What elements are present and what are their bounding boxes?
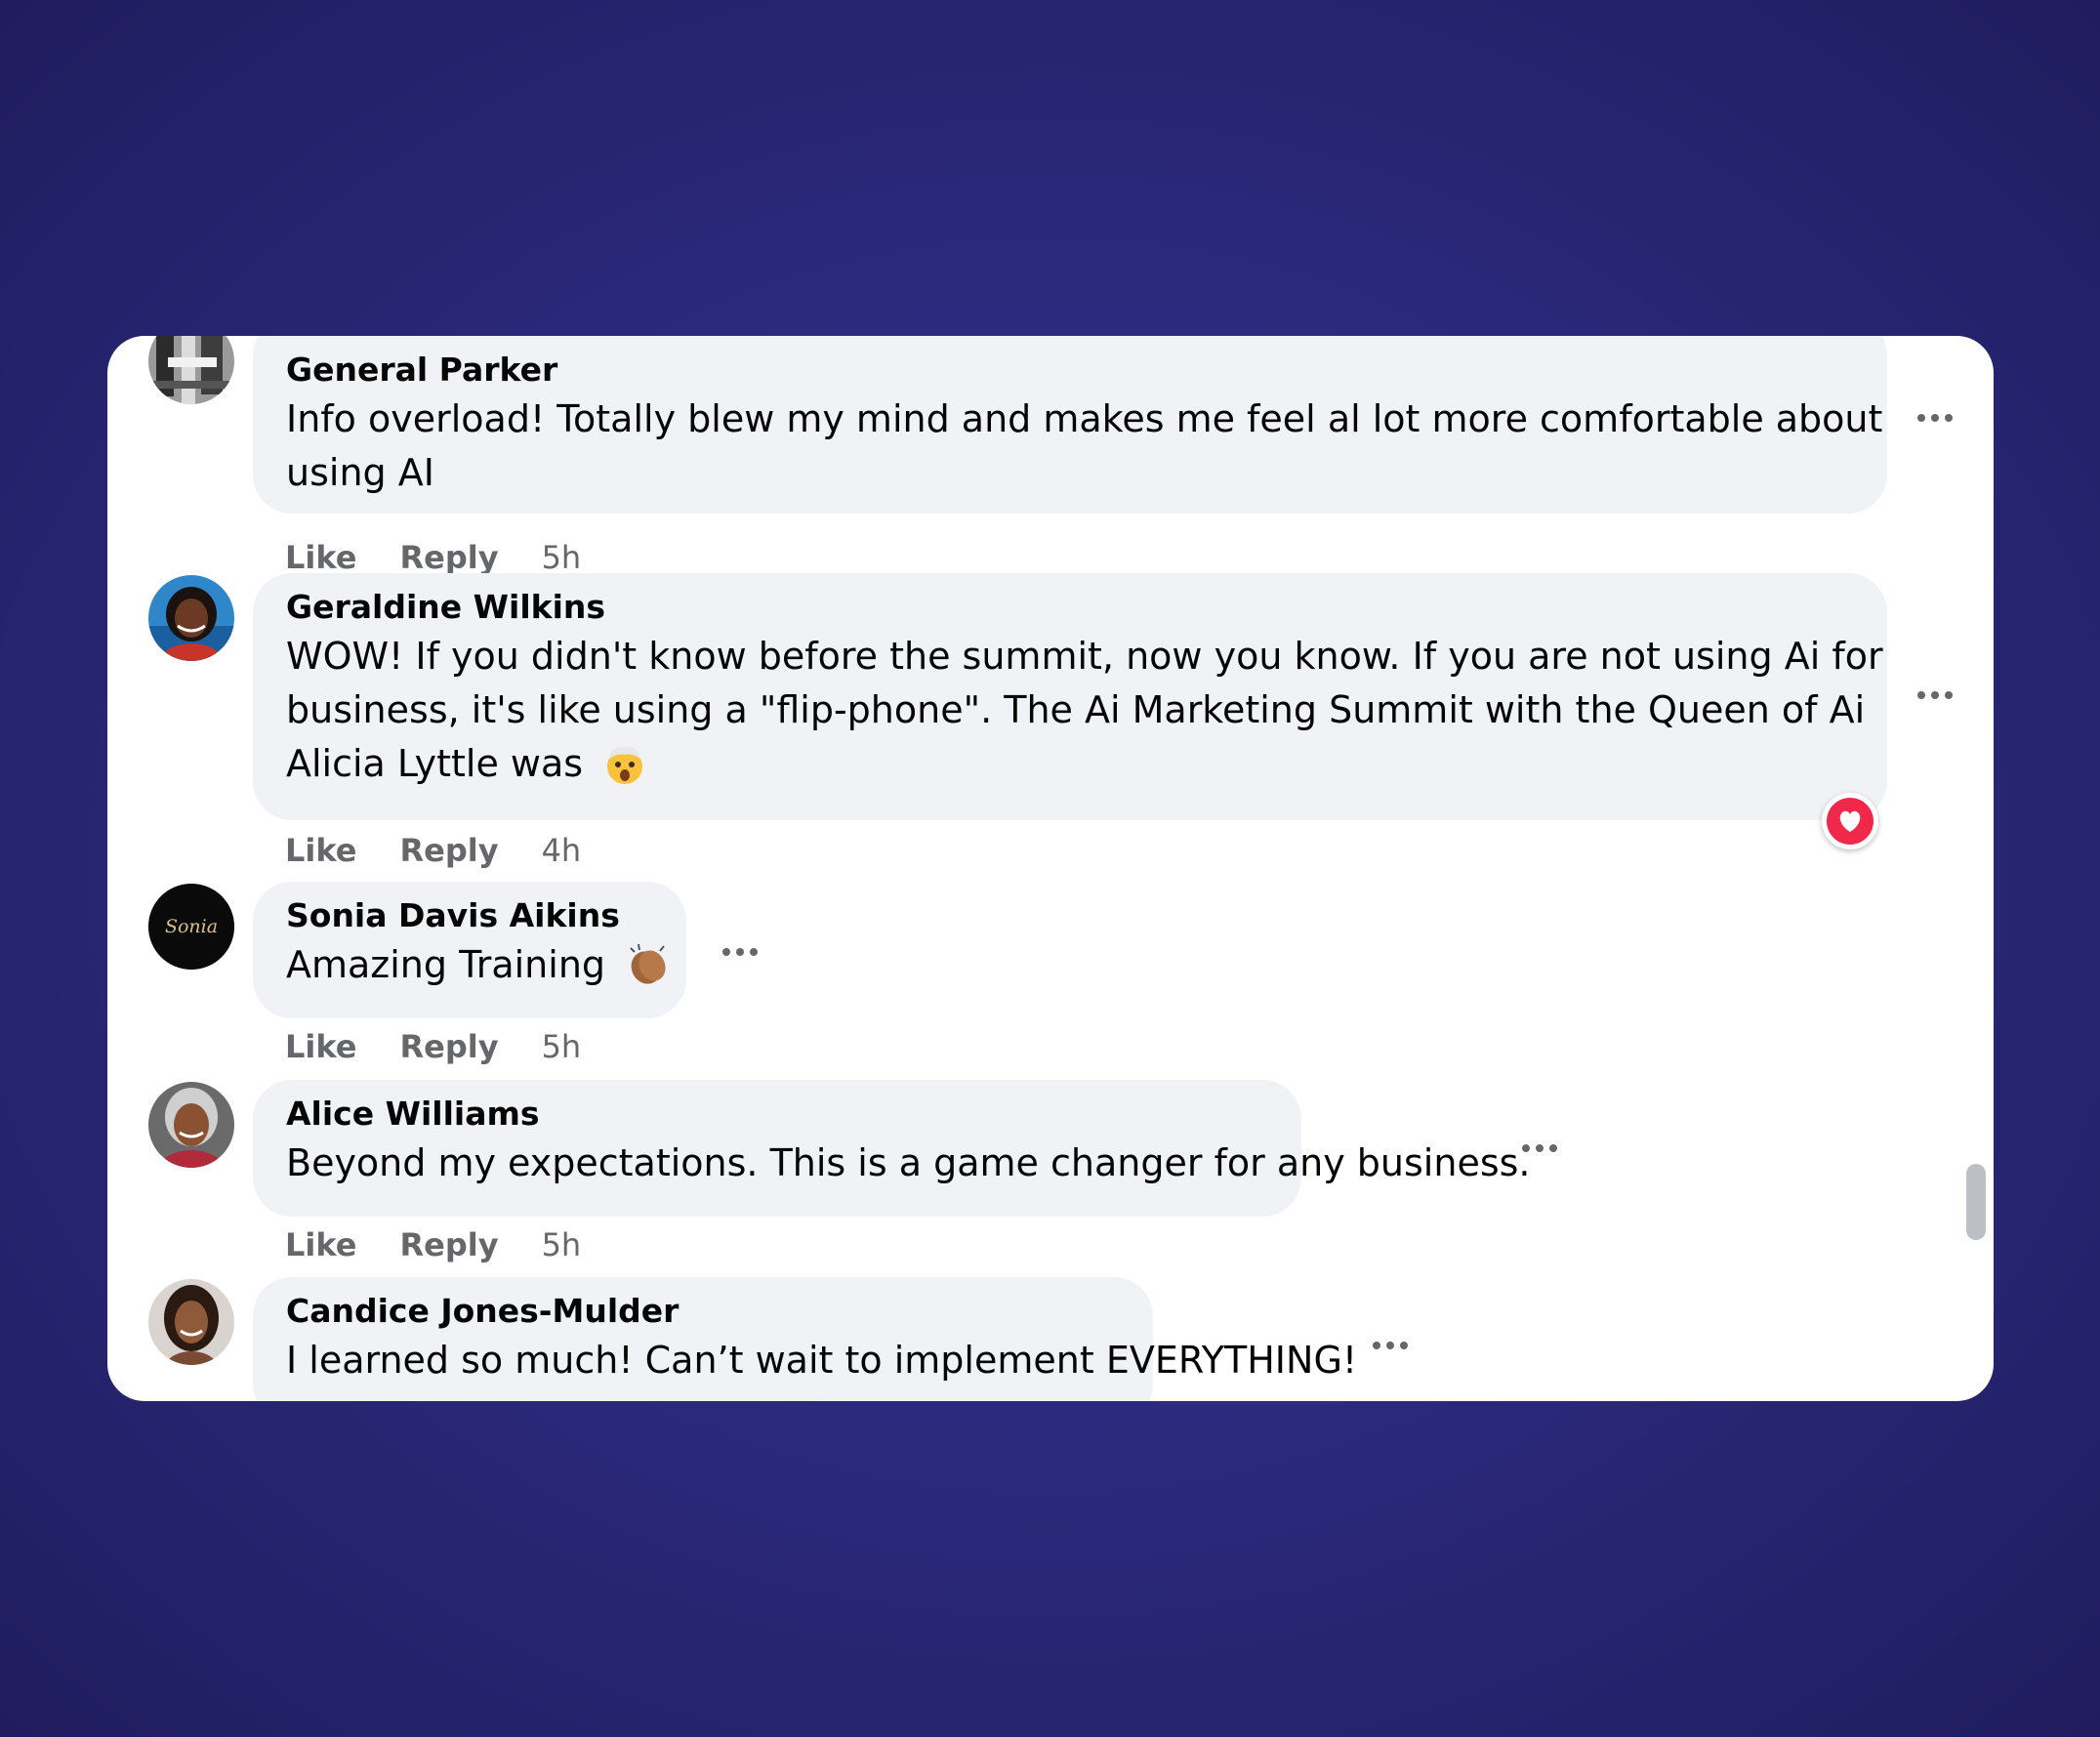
like-button[interactable]: Like bbox=[285, 1028, 356, 1065]
comment-text-fragment: Alicia Lyttle was bbox=[286, 742, 584, 785]
exploding-head-emoji bbox=[602, 741, 647, 801]
comment-bubble: Candice Jones-Mulder I learned so much! … bbox=[253, 1277, 1358, 1401]
comment-text-line: Amazing Training bbox=[286, 938, 666, 1002]
clapping-hands-emoji bbox=[625, 940, 672, 1002]
comment-author[interactable]: Candice Jones-Mulder bbox=[286, 1289, 1120, 1334]
like-button[interactable]: Like bbox=[285, 1226, 356, 1263]
comment-bubble: Sonia Davis Aikins Amazing Training bbox=[253, 882, 686, 1018]
comment-text-line: business, it's like using a "flip-phone"… bbox=[286, 688, 1866, 731]
avatar[interactable]: Sonia bbox=[148, 884, 234, 970]
more-options-icon[interactable] bbox=[1914, 674, 1956, 717]
comment-bubble: General Parker Info overload! Totally bl… bbox=[253, 336, 1887, 514]
comment-author[interactable]: Geraldine Wilkins bbox=[286, 585, 1854, 630]
comment-author[interactable]: General Parker bbox=[286, 348, 1854, 393]
comment-actions: Like Reply 5h bbox=[285, 539, 581, 576]
reply-button[interactable]: Reply bbox=[399, 539, 498, 576]
comment-bubble: Alice Williams Beyond my expectations. T… bbox=[253, 1080, 1531, 1217]
comment-text-line: Alicia Lyttle was bbox=[286, 737, 1854, 801]
reply-button[interactable]: Reply bbox=[399, 1226, 498, 1263]
comment-timestamp[interactable]: 5h bbox=[542, 1028, 582, 1065]
comment-text-line: WOW! If you didn't know before the summi… bbox=[286, 635, 1883, 678]
comment-bubble: Geraldine Wilkins WOW! If you didn't kno… bbox=[253, 573, 1887, 820]
avatar[interactable] bbox=[148, 575, 234, 661]
comment-text-fragment: Amazing Training bbox=[286, 943, 606, 986]
comment-timestamp[interactable]: 5h bbox=[542, 539, 582, 576]
comment-text-line: Info overload! Totally blew my mind and … bbox=[286, 397, 1883, 440]
reply-button[interactable]: Reply bbox=[399, 832, 498, 869]
like-button[interactable]: Like bbox=[285, 539, 356, 576]
comment-author[interactable]: Sonia Davis Aikins bbox=[286, 893, 653, 938]
more-options-icon[interactable] bbox=[719, 931, 762, 973]
avatar[interactable] bbox=[148, 336, 234, 404]
avatar[interactable] bbox=[148, 1279, 234, 1365]
scrollbar-thumb[interactable] bbox=[1966, 1164, 1986, 1240]
comment-text-line: using AI bbox=[286, 451, 434, 494]
more-options-icon[interactable] bbox=[1518, 1127, 1561, 1170]
comments-panel: General Parker Info overload! Totally bl… bbox=[107, 336, 1994, 1401]
more-options-icon[interactable] bbox=[1914, 396, 1956, 439]
comment-actions: Like Reply 4h bbox=[285, 832, 581, 869]
comment-text-line: I learned so much! Can’t wait to impleme… bbox=[286, 1339, 1358, 1382]
like-button[interactable]: Like bbox=[285, 832, 356, 869]
comment-actions: Like Reply 5h bbox=[285, 1028, 581, 1065]
avatar-signature: Sonia bbox=[165, 916, 218, 937]
avatar[interactable] bbox=[148, 1082, 234, 1168]
heart-reaction-icon[interactable] bbox=[1822, 793, 1878, 849]
comment-timestamp[interactable]: 4h bbox=[542, 832, 582, 869]
comment-timestamp[interactable]: 5h bbox=[542, 1226, 582, 1263]
reply-button[interactable]: Reply bbox=[399, 1028, 498, 1065]
comment-text-line: Beyond my expectations. This is a game c… bbox=[286, 1141, 1531, 1184]
comment-author[interactable]: Alice Williams bbox=[286, 1092, 1268, 1137]
comment-actions: Like Reply 5h bbox=[285, 1226, 581, 1263]
more-options-icon[interactable] bbox=[1369, 1324, 1412, 1367]
